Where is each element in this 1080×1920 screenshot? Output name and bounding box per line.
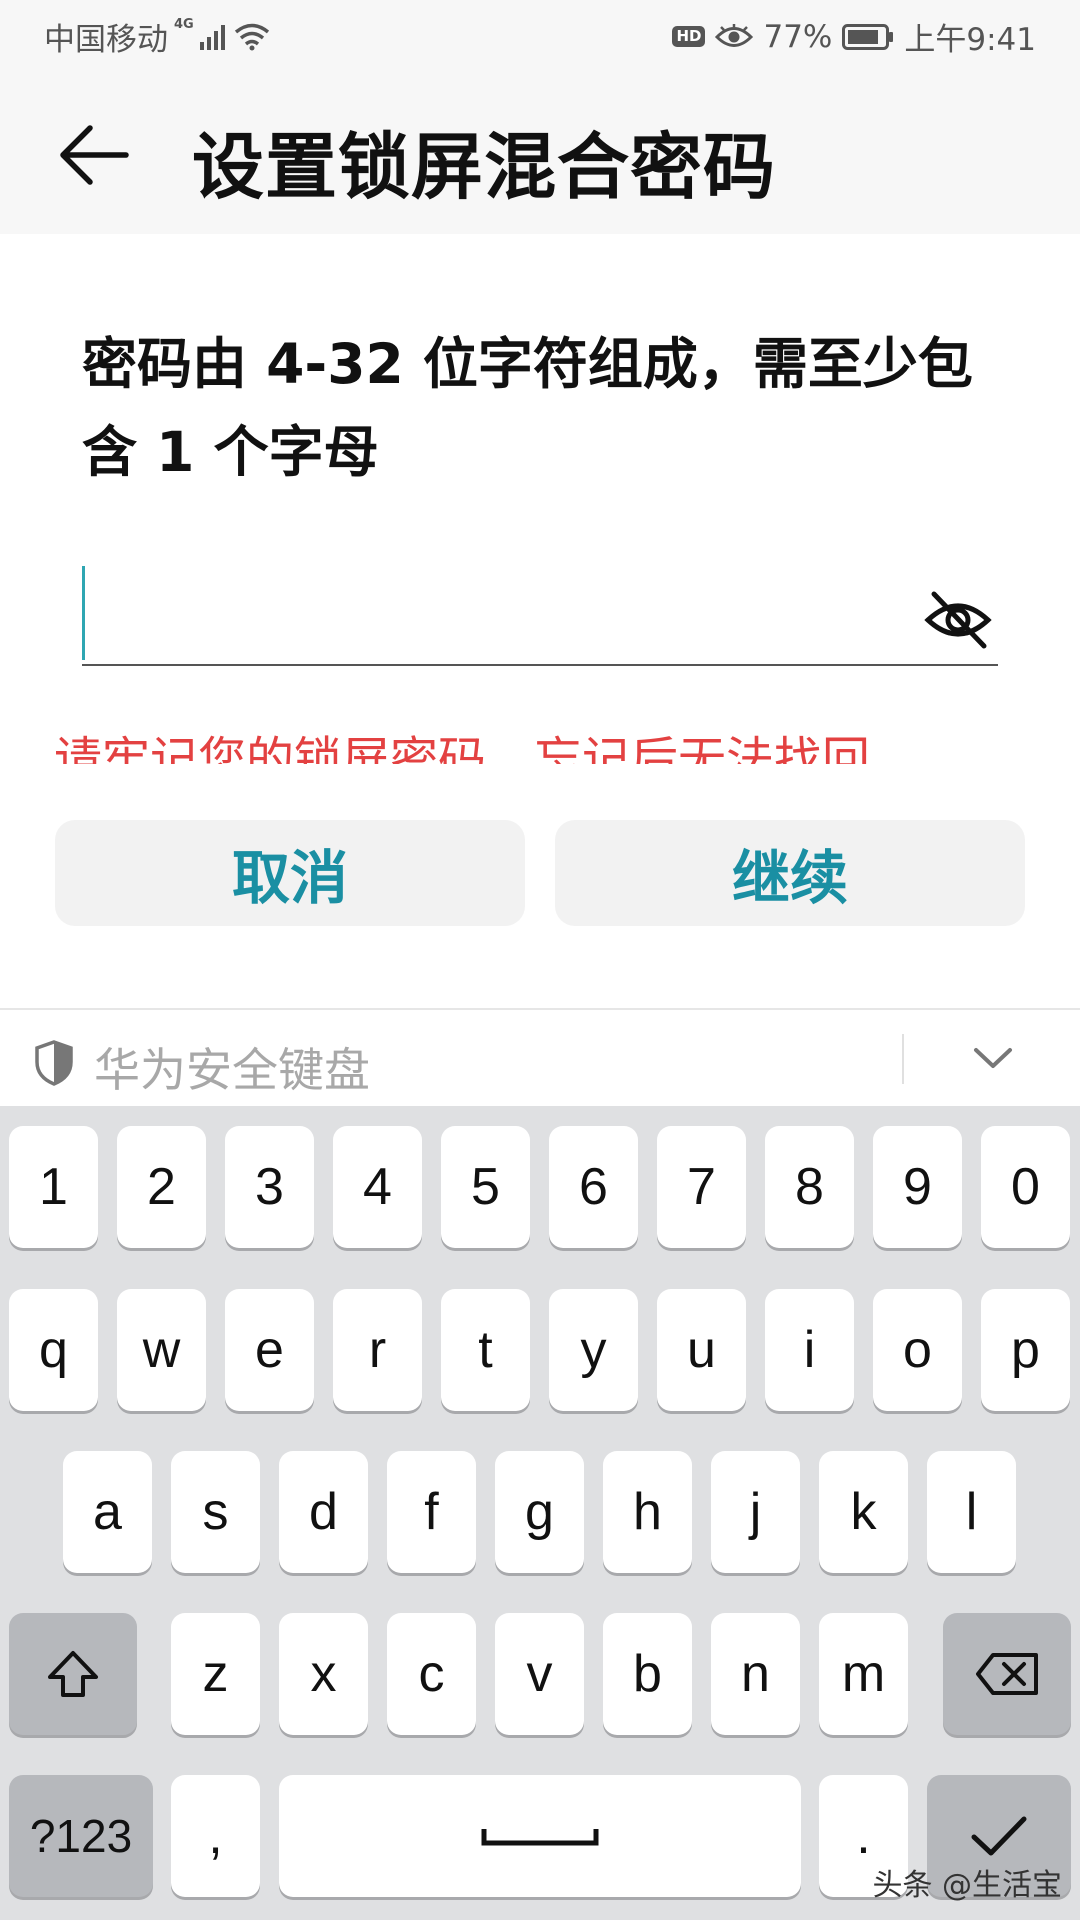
key-o[interactable]: o (873, 1289, 962, 1411)
key-m[interactable]: m (819, 1613, 908, 1735)
shift-arrow-icon (48, 1651, 98, 1697)
key-d[interactable]: d (279, 1451, 368, 1573)
key-3[interactable]: 3 (225, 1126, 314, 1248)
key-7[interactable]: 7 (657, 1126, 746, 1248)
backspace-icon (976, 1653, 1038, 1695)
key-i[interactable]: i (765, 1289, 854, 1411)
key-f[interactable]: f (387, 1451, 476, 1573)
back-arrow-icon (60, 125, 129, 185)
keyboard-row-numbers: 1 2 3 4 5 6 7 8 9 0 (0, 1126, 1080, 1248)
page-title: 设置锁屏混合密码 (192, 125, 777, 209)
chevron-down-icon[interactable] (972, 1044, 1014, 1074)
text-caret (82, 566, 85, 660)
clock: 上午9:41 (904, 22, 1036, 58)
key-q[interactable]: q (9, 1289, 98, 1411)
key-s[interactable]: s (171, 1451, 260, 1573)
key-j[interactable]: j (711, 1451, 800, 1573)
continue-button[interactable]: 继续 (555, 820, 1025, 926)
key-c[interactable]: c (387, 1613, 476, 1735)
status-bar: 中国移动 4G HD 77% 上午9:41 (0, 0, 1080, 76)
status-left: 中国移动 4G (44, 14, 270, 59)
wifi-icon (234, 23, 269, 50)
carrier-label: 中国移动 (44, 22, 168, 58)
cancel-button[interactable]: 取消 (55, 820, 525, 926)
warning-text: 请牢记您的锁屏密码，忘记后无法找回 (54, 732, 871, 764)
key-w[interactable]: w (117, 1289, 206, 1411)
keyboard-row-zxcv: z x c v b n m (0, 1613, 1080, 1735)
key-u[interactable]: u (657, 1289, 746, 1411)
key-0[interactable]: 0 (981, 1126, 1070, 1248)
warning-text-clip: 请牢记您的锁屏密码，忘记后无法找回 (54, 718, 1034, 764)
shield-icon (35, 1040, 73, 1086)
key-a[interactable]: a (63, 1451, 152, 1573)
keyboard-row-qwerty: q w e r t y u i o p (0, 1289, 1080, 1411)
keyboard-header-divider (902, 1034, 904, 1084)
app-bar: 设置锁屏混合密码 (0, 76, 1080, 234)
space-key[interactable] (279, 1775, 801, 1897)
key-v[interactable]: v (495, 1613, 584, 1735)
hd-badge: HD (672, 26, 706, 47)
key-1[interactable]: 1 (9, 1126, 98, 1248)
network-type: 4G (174, 17, 194, 32)
password-rules-text: 密码由 4-32 位字符组成，需至少包含 1 个字母 (82, 332, 973, 484)
eye-comfort-icon (715, 23, 754, 47)
key-g[interactable]: g (495, 1451, 584, 1573)
battery-icon (842, 23, 894, 50)
key-e[interactable]: e (225, 1289, 314, 1411)
password-input[interactable] (82, 560, 902, 664)
key-2[interactable]: 2 (117, 1126, 206, 1248)
password-field[interactable] (82, 560, 998, 666)
key-h[interactable]: h (603, 1451, 692, 1573)
key-8[interactable]: 8 (765, 1126, 854, 1248)
keyboard-row-asdf: a s d f g h j k l (0, 1451, 1080, 1573)
back-button[interactable] (56, 120, 132, 190)
eye-hidden-icon (924, 591, 992, 649)
signal-icon (199, 24, 225, 50)
key-y[interactable]: y (549, 1289, 638, 1411)
battery-percent: 77% (763, 18, 833, 55)
key-9[interactable]: 9 (873, 1126, 962, 1248)
key-k[interactable]: k (819, 1451, 908, 1573)
security-keyboard: 1 2 3 4 5 6 7 8 9 0 q w e r t y u i o p … (0, 1106, 1080, 1920)
shift-key[interactable] (9, 1613, 137, 1735)
space-bar-icon (481, 1829, 599, 1846)
key-b[interactable]: b (603, 1613, 692, 1735)
keyboard-header: 华为安全键盘 (0, 1008, 1080, 1106)
key-l[interactable]: l (927, 1451, 1016, 1573)
backspace-key[interactable] (943, 1613, 1071, 1735)
key-x[interactable]: x (279, 1613, 368, 1735)
watermark: 头条 @生活宝 (872, 1868, 1062, 1903)
toggle-visibility-button[interactable] (922, 584, 994, 656)
key-z[interactable]: z (171, 1613, 260, 1735)
key-r[interactable]: r (333, 1289, 422, 1411)
key-n[interactable]: n (711, 1613, 800, 1735)
key-6[interactable]: 6 (549, 1126, 638, 1248)
symbols-key[interactable]: ?123 (9, 1775, 153, 1897)
keyboard-title: 华为安全键盘 (94, 1043, 370, 1097)
checkmark-icon (971, 1816, 1027, 1856)
key-t[interactable]: t (441, 1289, 530, 1411)
comma-key[interactable]: , (171, 1775, 260, 1897)
key-4[interactable]: 4 (333, 1126, 422, 1248)
status-right: HD 77% 上午9:41 (672, 14, 1036, 59)
key-5[interactable]: 5 (441, 1126, 530, 1248)
key-p[interactable]: p (981, 1289, 1070, 1411)
